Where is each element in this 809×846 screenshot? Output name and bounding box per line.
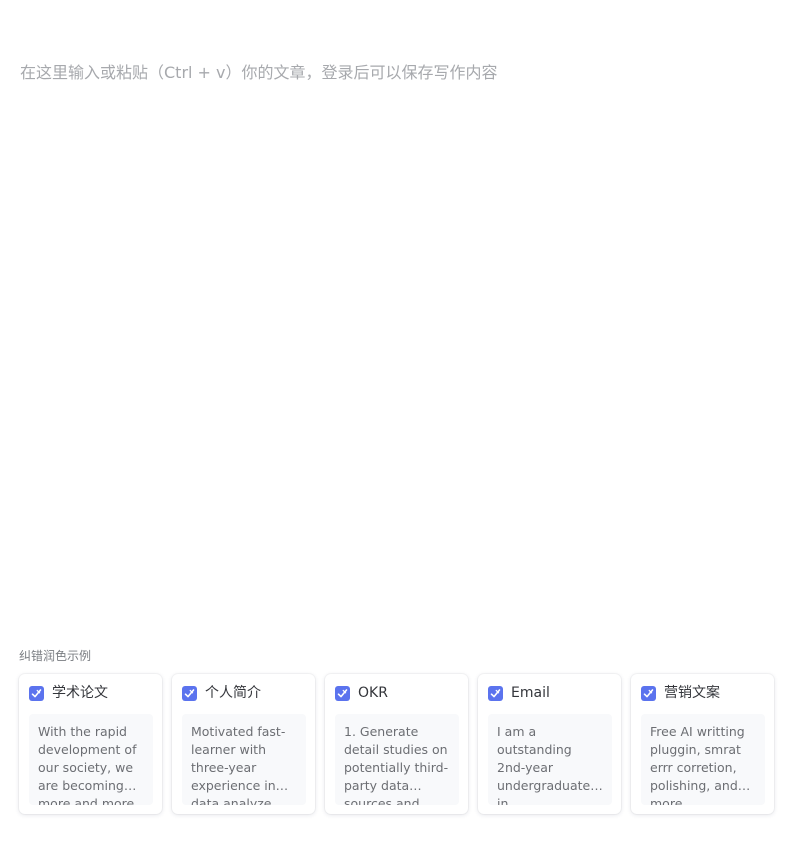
edit-check-icon: [488, 685, 503, 701]
examples-title: 纠错润色示例: [19, 649, 92, 663]
card-preview: 1. Generate detail studies on potentiall…: [335, 714, 459, 805]
card-preview: Motivated fast-learner with three-year e…: [182, 714, 306, 805]
edit-check-icon: [29, 685, 44, 701]
card-title: 学术论文: [52, 685, 108, 701]
card-preview: With the rapid development of our societ…: [29, 714, 153, 805]
card-header: 营销文案: [641, 684, 765, 702]
article-editor[interactable]: 在这里输入或粘贴（Ctrl + v）你的文章，登录后可以保存写作内容: [0, 0, 809, 640]
edit-check-icon: [182, 685, 197, 701]
card-header: 个人简介: [182, 684, 306, 702]
edit-check-icon: [641, 685, 656, 701]
card-title: Email: [511, 685, 550, 701]
editor-placeholder: 在这里输入或粘贴（Ctrl + v）你的文章，登录后可以保存写作内容: [20, 63, 498, 82]
card-preview: I am a outstanding 2nd-year undergraduat…: [488, 714, 612, 805]
card-title: 营销文案: [664, 685, 720, 701]
card-title: OKR: [358, 685, 388, 701]
card-title: 个人简介: [205, 685, 261, 701]
card-header: OKR: [335, 684, 459, 702]
example-card-academic-paper[interactable]: 学术论文 With the rapid development of our s…: [19, 674, 162, 814]
example-cards: 学术论文 With the rapid development of our s…: [19, 674, 789, 814]
example-card-marketing-copy[interactable]: 营销文案 Free AI writting pluggin, smrat err…: [631, 674, 774, 814]
example-card-email[interactable]: Email I am a outstanding 2nd-year underg…: [478, 674, 621, 814]
example-card-personal-profile[interactable]: 个人简介 Motivated fast-learner with three-y…: [172, 674, 315, 814]
examples-section: 纠错润色示例 学术论文 With the rapid development o…: [19, 648, 789, 814]
card-header: Email: [488, 684, 612, 702]
card-preview: Free AI writting pluggin, smrat errr cor…: [641, 714, 765, 805]
card-header: 学术论文: [29, 684, 153, 702]
example-card-okr[interactable]: OKR 1. Generate detail studies on potent…: [325, 674, 468, 814]
edit-check-icon: [335, 685, 350, 701]
